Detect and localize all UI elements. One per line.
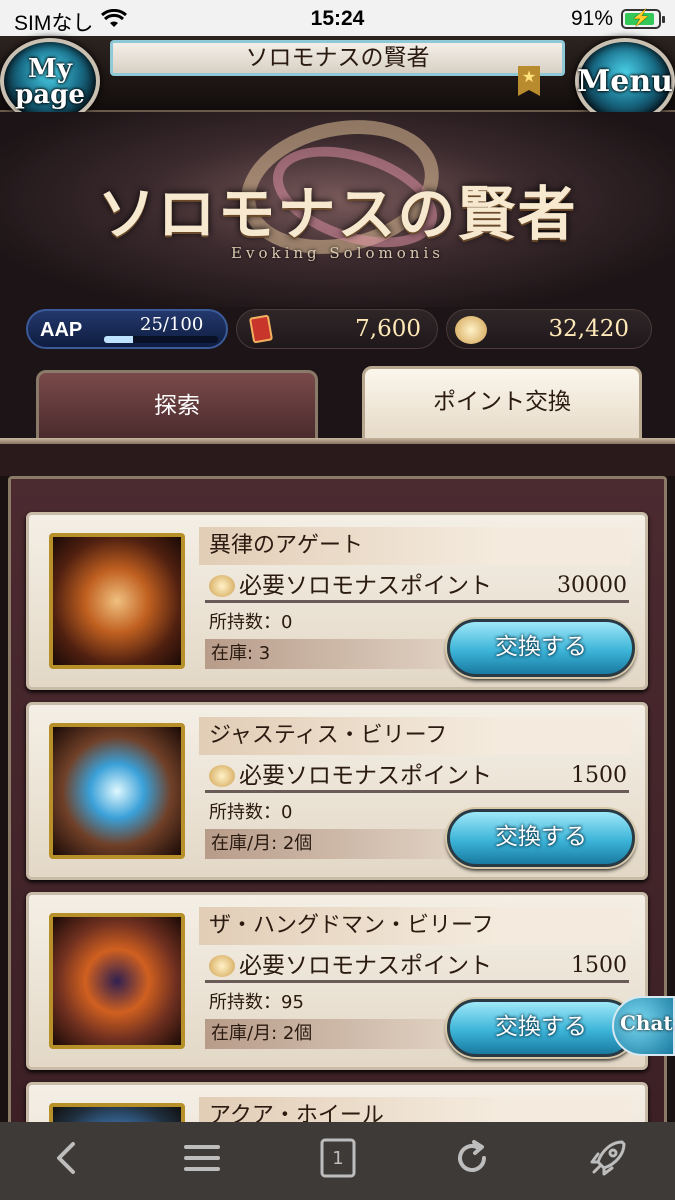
solomonis-point-icon [209,575,235,597]
browser-toolbar: 1 [0,1122,675,1200]
battery-group: 91% ⚡ [570,7,665,31]
solomonis-point-icon [455,316,487,344]
game-header: My page ソロモナスの賢者 ★ Menu [0,36,675,124]
favorite-star-icon[interactable]: ★ [518,66,540,96]
menu-icon[interactable] [172,1136,232,1186]
item-cost-value: 30000 [557,573,627,598]
battery-nub [662,16,665,23]
ticket-icon [248,314,274,344]
item-cost-label: 必要ソロモナスポイント [239,573,492,599]
mypage-button-label: My page [15,56,85,108]
tab-explore[interactable]: 探索 [36,370,318,442]
item-name: ザ・ハングドマン・ビリーフ [199,907,631,945]
justice-belief-icon [49,723,185,859]
item-owned: 所持数：95 [209,992,304,1013]
back-icon[interactable] [38,1136,98,1186]
tab-count: 1 [332,1148,344,1169]
tab-bar: 探索 ポイント交換 [0,352,675,444]
agate-item-icon [49,533,185,669]
event-banner: ソロモナスの賢者 Evoking Solomonis [0,112,675,307]
item-cost-row: 必要ソロモナスポイント 1500 [205,761,629,793]
item-cost-value: 1500 [571,763,627,788]
item-cost-row: 必要ソロモナスポイント 1500 [205,951,629,983]
item-cost-row: 必要ソロモナスポイント 30000 [205,571,629,603]
points-count: 32,420 [548,316,629,342]
aap-value: 25/100 [140,314,204,335]
page-title: ソロモナスの賢者 [110,40,565,76]
aap-track [104,336,218,343]
event-subtitle: Evoking Solomonis [231,244,444,262]
exchange-item: ザ・ハングドマン・ビリーフ 必要ソロモナスポイント 1500 所持数：95 在庫… [26,892,648,1070]
chat-button[interactable]: Chat [612,996,675,1056]
item-owned: 所持数：0 [209,802,293,823]
exchange-button[interactable]: 交換する [447,809,635,867]
ticket-counter: 7,600 [236,309,438,349]
exchange-item: ジャスティス・ビリーフ 必要ソロモナスポイント 1500 所持数：0 在庫/月:… [26,702,648,880]
reload-icon[interactable] [442,1136,502,1186]
ticket-count: 7,600 [355,316,421,342]
item-name: ジャスティス・ビリーフ [199,717,631,755]
status-bar: SIMなし 15:24 91% ⚡ [0,0,675,36]
panel-top-gap [0,444,675,476]
exchange-item: 異律のアゲート 必要ソロモナスポイント 30000 所持数：0 在庫: 3 交換… [26,512,648,690]
aap-gauge: AAP 25/100 [26,309,228,349]
aap-fill [104,336,133,343]
charging-bolt-icon: ⚡ [631,10,651,27]
event-logo: ソロモナスの賢者 [97,180,578,248]
item-owned: 所持数：0 [209,612,293,633]
exchange-button[interactable]: 交換する [447,999,635,1057]
points-counter: 32,420 [446,309,652,349]
item-cost-label: 必要ソロモナスポイント [239,953,492,979]
item-cost-value: 1500 [571,953,627,978]
solomonis-point-icon [209,765,235,787]
resource-bar: AAP 25/100 7,600 32,420 [0,307,675,352]
exchange-button[interactable]: 交換する [447,619,635,677]
hanged-man-belief-icon [49,913,185,1049]
tab-point-exchange[interactable]: ポイント交換 [362,366,642,442]
solomonis-point-icon [209,955,235,977]
item-cost-label: 必要ソロモナスポイント [239,763,492,789]
rocket-icon[interactable] [578,1136,638,1186]
item-name: 異律のアゲート [199,527,631,565]
mypage-label-line2: page [15,80,85,110]
tabs-icon[interactable]: 1 [308,1136,368,1186]
aap-label: AAP [40,319,83,341]
battery-icon: ⚡ [621,9,665,29]
battery-percent: 91% [570,7,613,30]
